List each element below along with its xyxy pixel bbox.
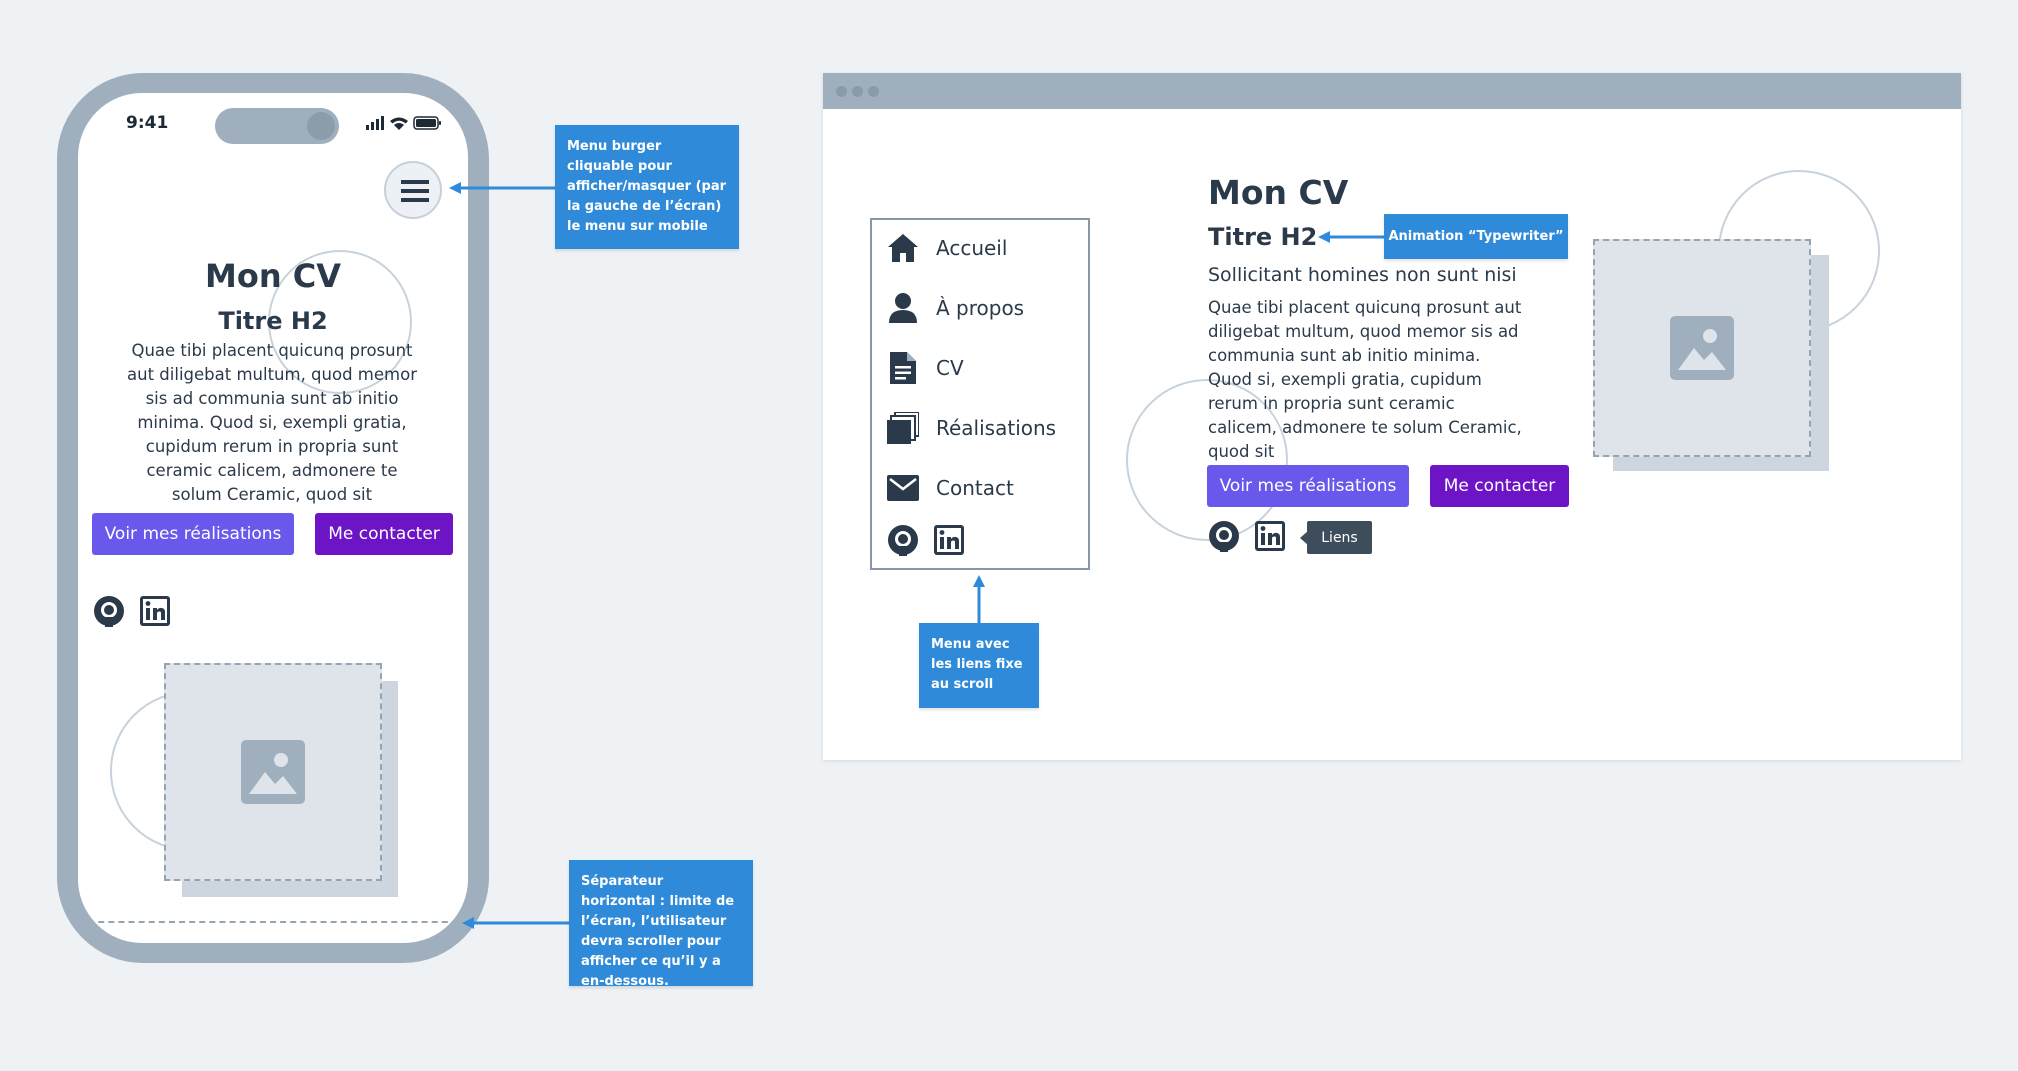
- links-tooltip: Liens: [1307, 521, 1372, 554]
- browser-titlebar: [823, 73, 1961, 109]
- menu-label: Accueil: [936, 236, 1008, 260]
- arrow-separator: [462, 917, 570, 929]
- home-icon: [888, 234, 918, 262]
- arrow-typewriter: [1318, 231, 1386, 243]
- annotation-separator: Séparateur horizontal : limite de l’écra…: [569, 860, 753, 989]
- linkedin-icon[interactable]: [1255, 521, 1285, 551]
- image-placeholder: [1593, 239, 1811, 457]
- status-time: 9:41: [126, 113, 169, 133]
- stack-icon: [887, 412, 919, 444]
- arrow-burger: [449, 182, 557, 194]
- page-title: Mon CV: [1208, 173, 1349, 212]
- menu-item-accueil[interactable]: Accueil: [886, 228, 1007, 268]
- document-icon: [890, 352, 916, 384]
- annotation-burger: Menu burger cliquable pour afficher/masq…: [555, 125, 739, 249]
- page-title: Mon CV: [205, 257, 341, 295]
- view-projects-button[interactable]: Voir mes réalisations: [1207, 465, 1409, 507]
- menu-label: Contact: [936, 476, 1014, 500]
- fold-separator: [78, 921, 468, 923]
- contact-button[interactable]: Me contacter: [315, 513, 453, 555]
- menu-item-realisations[interactable]: Réalisations: [886, 408, 1056, 448]
- burger-menu-button[interactable]: [384, 161, 442, 219]
- intro-text: Quae tibi placent quicunq prosunt aut di…: [1208, 298, 1522, 461]
- menu-label: CV: [936, 356, 964, 380]
- tagline: Sollicitant homines non sunt nisi: [1208, 264, 1517, 286]
- hamburger-icon: [401, 180, 429, 202]
- page-subtitle: Titre H2: [1208, 223, 1318, 251]
- github-icon[interactable]: [94, 596, 124, 627]
- image-icon: [241, 740, 305, 804]
- menu-label: À propos: [936, 296, 1025, 320]
- window-dot: [868, 86, 879, 97]
- menu-item-cv[interactable]: CV: [886, 348, 964, 388]
- github-icon[interactable]: [888, 525, 918, 556]
- status-icons: [366, 116, 441, 130]
- user-icon: [889, 293, 917, 323]
- menu-item-contact[interactable]: Contact: [886, 468, 1014, 508]
- window-dot: [852, 86, 863, 97]
- side-menu: Accueil À propos CV Réalisations Contact: [870, 218, 1090, 570]
- image-placeholder: [164, 663, 382, 881]
- window-dot: [836, 86, 847, 97]
- contact-button[interactable]: Me contacter: [1430, 465, 1569, 507]
- image-icon: [1670, 316, 1734, 380]
- menu-item-a-propos[interactable]: À propos: [886, 288, 1024, 328]
- social-links: [94, 596, 170, 627]
- dynamic-island: [215, 108, 339, 144]
- annotation-typewriter: Animation “Typewriter”: [1384, 214, 1568, 259]
- envelope-icon: [887, 475, 919, 501]
- page-subtitle: Titre H2: [218, 307, 328, 335]
- menu-label: Réalisations: [936, 416, 1057, 440]
- intro-text: Quae tibi placent quicunq prosunt aut di…: [127, 341, 417, 504]
- github-icon[interactable]: [1209, 521, 1239, 552]
- linkedin-icon[interactable]: [934, 525, 964, 555]
- view-projects-button[interactable]: Voir mes réalisations: [92, 513, 294, 555]
- phone-screen: 9:41 Mon CV Titre H2 Quae tibi placent q…: [78, 93, 468, 943]
- annotation-menu: Menu avec les liens fixe au scroll: [919, 623, 1039, 708]
- menu-social-links: [888, 525, 964, 556]
- linkedin-icon[interactable]: [140, 596, 170, 626]
- social-links: [1209, 521, 1285, 552]
- arrow-menu: [973, 575, 985, 627]
